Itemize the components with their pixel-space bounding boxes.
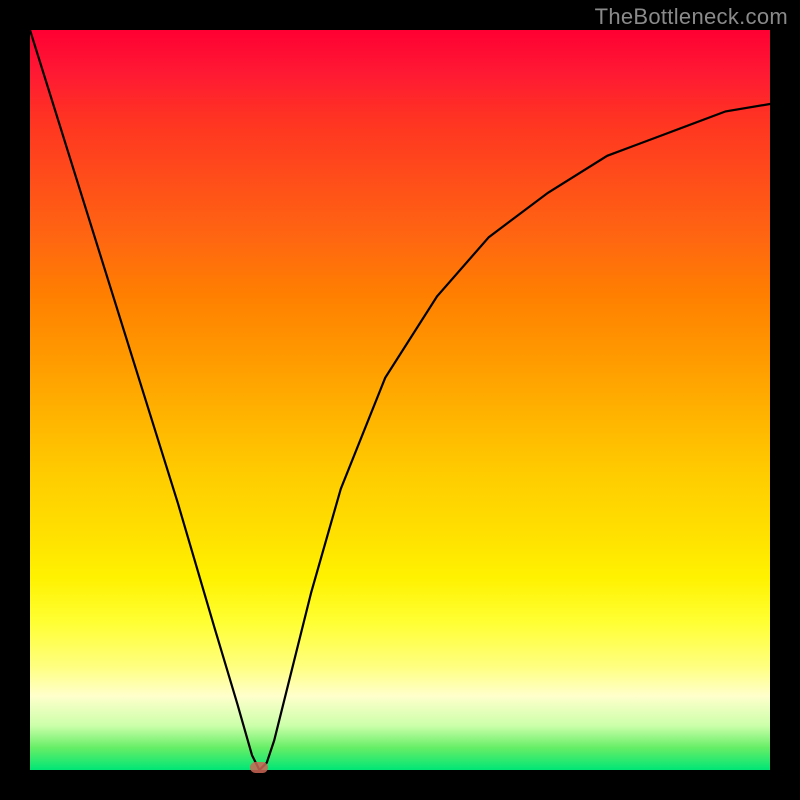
optimal-point-marker <box>250 762 268 773</box>
plot-area <box>30 30 770 770</box>
bottleneck-curve <box>30 30 770 770</box>
chart-frame: TheBottleneck.com <box>0 0 800 800</box>
watermark-text: TheBottleneck.com <box>595 4 788 30</box>
